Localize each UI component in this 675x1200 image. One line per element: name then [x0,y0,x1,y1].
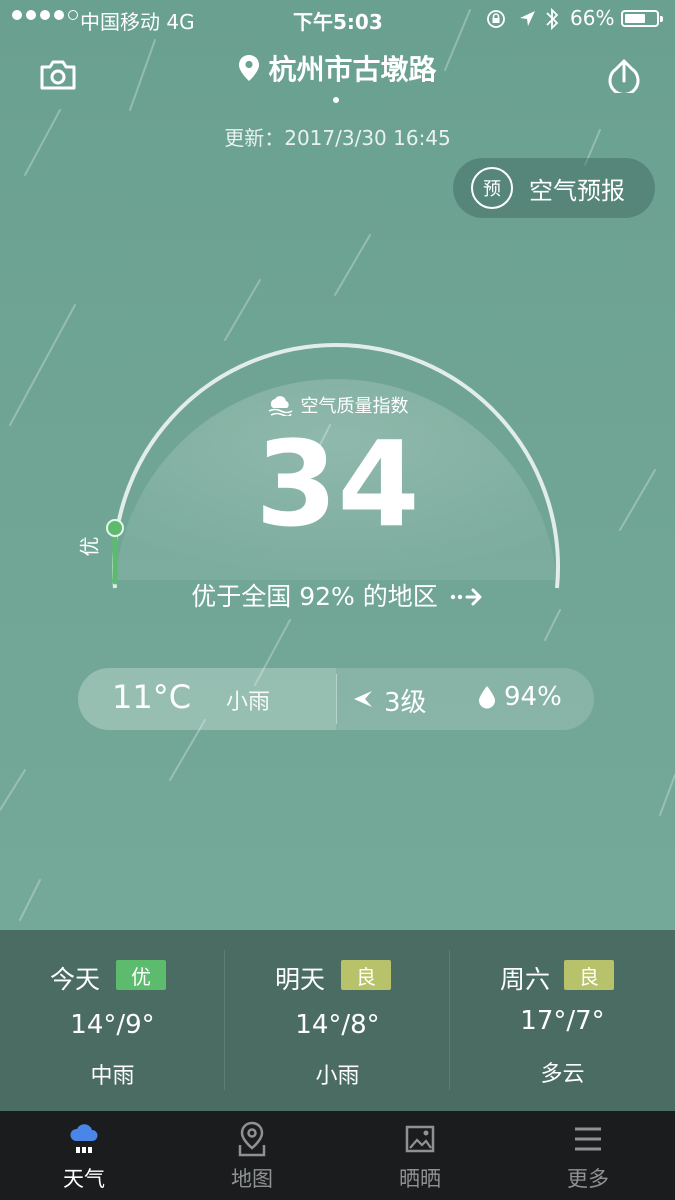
tab-weather[interactable]: 天气 [0,1111,168,1200]
tab-label: 更多 [567,1167,609,1191]
menu-icon [575,1127,601,1151]
aqi-value: 34 [255,415,420,553]
aqi-comparison-text: 优于全国 92% 的地区 [191,582,438,611]
forecast-day-name: 明天 [275,965,326,994]
forecast-temp-range: 17°/7° [520,1006,605,1036]
weather-cloud-icon [70,1124,98,1153]
forecast-weather: 小雨 [315,1064,360,1089]
forecast-temp-range: 14°/8° [295,1010,380,1040]
current-temperature: 11°C [112,678,192,716]
forecast-weather: 中雨 [90,1064,135,1089]
forecast-quality-badge: 良 [341,960,391,990]
wind-level: 3级 [384,688,427,718]
humidity-drop-icon [479,686,495,709]
forecast-day-name: 周六 [500,965,551,994]
forecast-quality-badge: 良 [564,960,614,990]
forecast-day-today[interactable]: 今天 优 14°/9° 中雨 [0,930,225,1111]
air-quality-icon [268,396,292,418]
current-weather: 小雨 [226,690,271,715]
tab-bar: 天气 地图 晒晒 更多 [0,1111,675,1200]
arrow-right-icon [450,588,482,606]
forecast-day-name: 今天 [50,965,101,994]
tab-share-photo[interactable]: 晒晒 [336,1111,504,1200]
tab-label: 晒晒 [399,1167,441,1191]
forecast-day-tomorrow[interactable]: 明天 良 14°/8° 小雨 [225,930,450,1111]
photo-icon [405,1125,435,1153]
forecast-quality-badge: 优 [116,960,166,990]
forecast-weather: 多云 [540,1062,585,1087]
tab-map[interactable]: 地图 [168,1111,336,1200]
wind-direction-icon [354,691,372,707]
forecast-strip: 今天 优 14°/9° 中雨 明天 良 14°/8° 小雨 周六 良 17°/7… [0,930,675,1111]
aqi-title-text: 空气质量指数 [300,396,409,417]
humidity-value: 94% [504,682,562,712]
tab-label: 天气 [63,1167,105,1191]
aqi-comparison-link[interactable]: 优于全国 92% 的地区 [0,577,675,613]
forecast-temp-range: 14°/9° [70,1010,155,1040]
tab-more[interactable]: 更多 [504,1111,672,1200]
current-conditions-pill: 11°C 小雨 3级 94% [78,668,594,730]
tab-label: 地图 [231,1167,273,1191]
forecast-day-saturday[interactable]: 周六 良 17°/7° 多云 [450,930,675,1111]
map-pin-icon [238,1121,266,1157]
